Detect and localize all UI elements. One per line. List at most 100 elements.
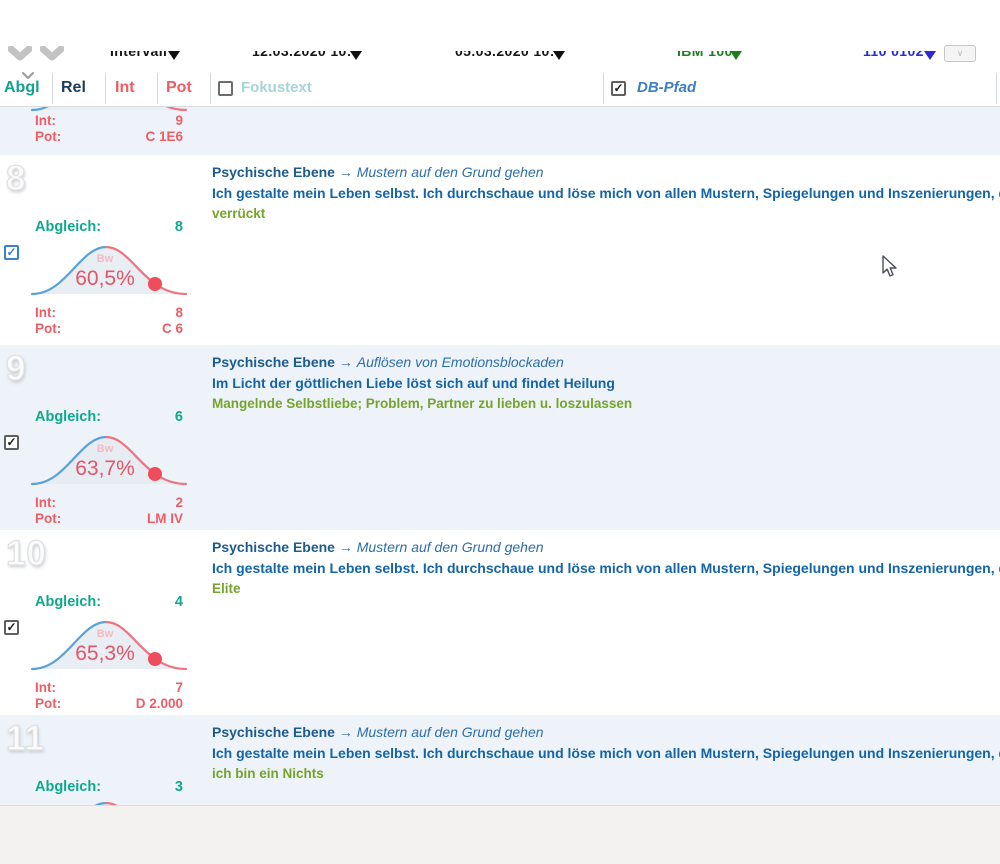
int-label: Int:: [35, 113, 56, 128]
tab-int[interactable]: Int: [115, 79, 135, 97]
list-item-9[interactable]: 9 Psychische Ebene → Auflösen von Emotio…: [0, 345, 1000, 530]
separator: [52, 73, 53, 104]
bw-label: Bw: [30, 443, 180, 455]
arrow-icon: →: [339, 724, 353, 740]
title-bold: Psychische Ebene: [212, 164, 335, 180]
abgleich-label: Abgleich:: [35, 594, 101, 610]
column-tabbar: Abgl Rel Int Pot Fokustext ✓ DB-Pfad: [0, 70, 1000, 107]
list-item-partial-top[interactable]: Int: 9 Pot: C 1E6: [0, 107, 1000, 155]
pot-row: Pot: C 6: [35, 321, 183, 336]
item-checkbox[interactable]: ✓: [4, 435, 19, 450]
item-body-line: Ich gestalte mein Leben selbst. Ich durc…: [212, 560, 1000, 581]
int-label: Int:: [35, 495, 56, 510]
pot-label: Pot:: [35, 696, 61, 711]
arrow-icon: →: [339, 354, 353, 370]
item-title-line: Psychische Ebene → Mustern auf den Grund…: [212, 724, 1000, 745]
item-title-line: Psychische Ebene → Auflösen von Emotions…: [212, 354, 1000, 375]
bell-curve-chart: [30, 797, 188, 805]
pot-label: Pot:: [35, 129, 61, 144]
abgleich-label: Abgleich:: [35, 219, 101, 235]
separator: [996, 73, 997, 104]
abgleich-value: 8: [175, 219, 183, 235]
item-note-line: ich bin ein Nichts: [212, 766, 1000, 787]
separator: [105, 73, 106, 104]
date-to-dropdown[interactable]: 05.03.2020 10:11: [455, 51, 553, 62]
db-pfad-checkbox[interactable]: ✓: [611, 81, 626, 96]
mini-dropdown-button[interactable]: ∨: [944, 45, 976, 62]
check-icon: ✓: [6, 245, 16, 259]
item-body-line: Ich gestalte mein Leben selbst. Ich durc…: [212, 745, 1000, 766]
item-number: 8: [6, 159, 26, 199]
fokustext-label: Fokustext: [241, 79, 312, 96]
list-item-10[interactable]: 10 Psychische Ebene → Mustern auf den Gr…: [0, 530, 1000, 715]
separator: [157, 73, 158, 104]
top-toolbar: Intervall 12.03.2020 10:11 05.03.2020 10…: [0, 0, 1000, 70]
dropdown-arrow-icon[interactable]: [924, 51, 936, 60]
tab-rel[interactable]: Rel: [61, 79, 86, 97]
int-label: Int:: [35, 680, 56, 695]
int-label: Int:: [35, 305, 56, 320]
bw-label: Bw: [30, 628, 180, 640]
item-note-line: verrückt: [212, 206, 1000, 227]
int-row: Int: 9: [35, 113, 183, 128]
tab-pot[interactable]: Pot: [166, 79, 192, 97]
check-icon: ✓: [613, 81, 623, 95]
dropdown-arrow-icon[interactable]: [350, 51, 362, 60]
title-italic: Mustern auf den Grund gehen: [357, 724, 544, 740]
separator: [603, 73, 604, 104]
bw-label: Bw: [30, 253, 180, 265]
dropdown-arrow-icon[interactable]: [168, 51, 180, 60]
item-note-line: Mangelnde Selbstliebe; Problem, Partner …: [212, 396, 1000, 417]
pot-label: Pot:: [35, 511, 61, 526]
item-number: 9: [6, 349, 26, 389]
pot-row: Pot: D 2.000: [35, 696, 183, 711]
int-row: Int: 2: [35, 495, 183, 510]
title-italic: Auflösen von Emotionsblockaden: [357, 354, 564, 370]
item-title-line: Psychische Ebene → Mustern auf den Grund…: [212, 164, 1000, 185]
percent-value: 65,3%: [30, 642, 180, 666]
int-row: Int: 8: [35, 305, 183, 320]
dropdown-arrow-icon[interactable]: [553, 51, 565, 60]
item-checkbox[interactable]: ✓: [4, 245, 19, 260]
check-icon: ✓: [6, 435, 16, 449]
mouse-cursor: [881, 255, 898, 278]
item-number: 11: [6, 719, 45, 759]
chevron-down-icon[interactable]: [40, 46, 64, 62]
title-bold: Psychische Ebene: [212, 354, 335, 370]
arrow-icon: →: [339, 539, 353, 555]
chevron-down-icon[interactable]: [8, 46, 32, 62]
pot-label: Pot:: [35, 321, 61, 336]
abgleich-label: Abgleich:: [35, 409, 101, 425]
list-item-11[interactable]: 11 Psychische Ebene → Mustern auf den Gr…: [0, 715, 1000, 805]
item-title-line: Psychische Ebene → Mustern auf den Grund…: [212, 539, 1000, 560]
percent-value: 60,5%: [30, 267, 180, 291]
tab-abgl[interactable]: Abgl: [4, 79, 40, 97]
item-body-line: Im Licht der göttlichen Liebe löst sich …: [212, 375, 1000, 396]
date-from-dropdown[interactable]: 12.03.2020 10:11: [252, 51, 350, 62]
dropdown-arrow-icon[interactable]: [730, 51, 742, 60]
desktop-background: [0, 805, 1000, 864]
abgleich-row: Abgleich: 6: [35, 409, 183, 425]
title-italic: Mustern auf den Grund gehen: [357, 164, 544, 180]
int-value: 2: [175, 495, 183, 510]
pot-row: Pot: C 1E6: [35, 129, 183, 144]
fokustext-checkbox[interactable]: [218, 81, 233, 96]
int-value: 9: [175, 113, 183, 128]
percent-value: 63,7%: [30, 457, 180, 481]
title-bold: Psychische Ebene: [212, 539, 335, 555]
list-item-8[interactable]: 8 Psychische Ebene → Mustern auf den Gru…: [0, 155, 1000, 345]
abgleich-row: Abgleich: 8: [35, 219, 183, 235]
interval-dropdown[interactable]: Intervall: [110, 51, 170, 62]
abgleich-value: 3: [175, 779, 183, 795]
pot-value: LM IV: [147, 511, 183, 526]
abgleich-row: Abgleich: 4: [35, 594, 183, 610]
abgleich-value: 4: [175, 594, 183, 610]
pot-value: D 2.000: [136, 696, 183, 711]
item-checkbox[interactable]: ✓: [4, 620, 19, 635]
separator: [210, 73, 211, 104]
pot-value: C 6: [162, 321, 183, 336]
arrow-icon: →: [339, 164, 353, 180]
green-dropdown[interactable]: IBM 100: [677, 51, 731, 62]
abgleich-row: Abgleich: 3: [35, 779, 183, 795]
blue-dropdown[interactable]: 110 0102: [863, 51, 923, 62]
